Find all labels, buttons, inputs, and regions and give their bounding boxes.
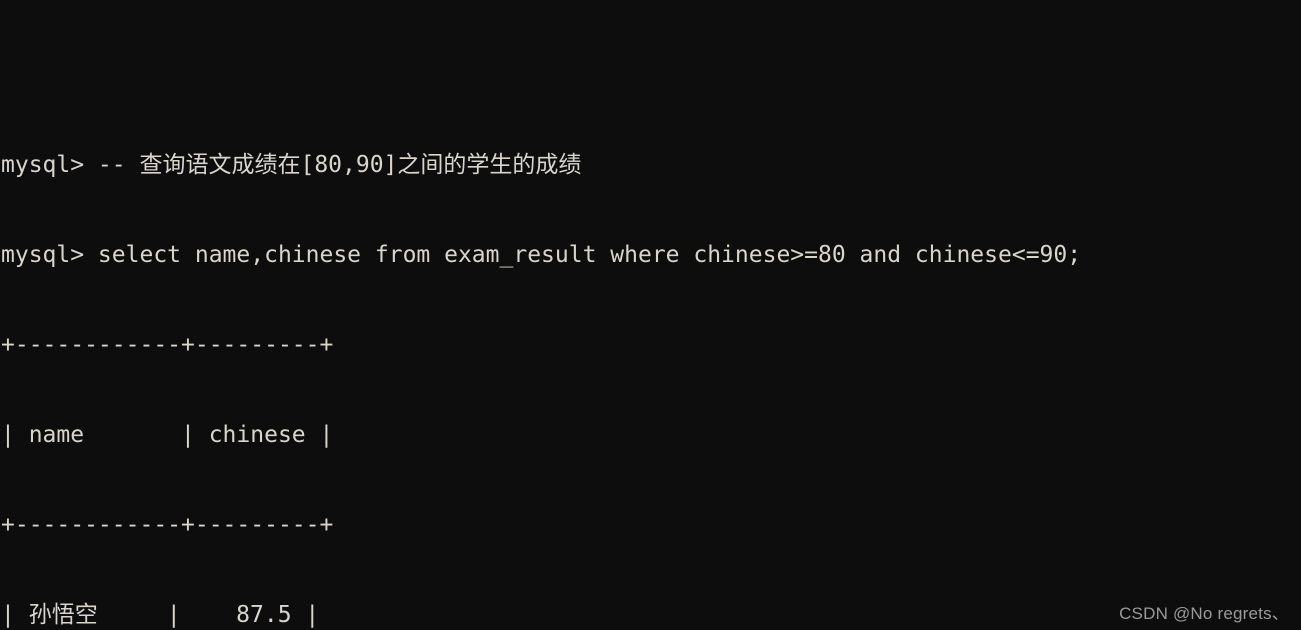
- table-row: | 孙悟空 | 87.5 |: [1, 602, 320, 628]
- comment-line: mysql> -- 查询语文成绩在[80,90]之间的学生的成绩: [1, 152, 582, 178]
- terminal-window: mysql> -- 查询语文成绩在[80,90]之间的学生的成绩 mysql> …: [0, 0, 1301, 630]
- table-mid-rule: +------------+---------+: [1, 512, 334, 538]
- query-block-comparison-operators: mysql> -- 查询语文成绩在[80,90]之间的学生的成绩 mysql> …: [0, 90, 1301, 630]
- query-line: mysql> select name,chinese from exam_res…: [1, 242, 1082, 268]
- csdn-watermark: CSDN @No regrets、: [1119, 604, 1289, 623]
- table-header-row: | name | chinese |: [1, 422, 334, 448]
- table-top-rule: +------------+---------+: [1, 332, 334, 358]
